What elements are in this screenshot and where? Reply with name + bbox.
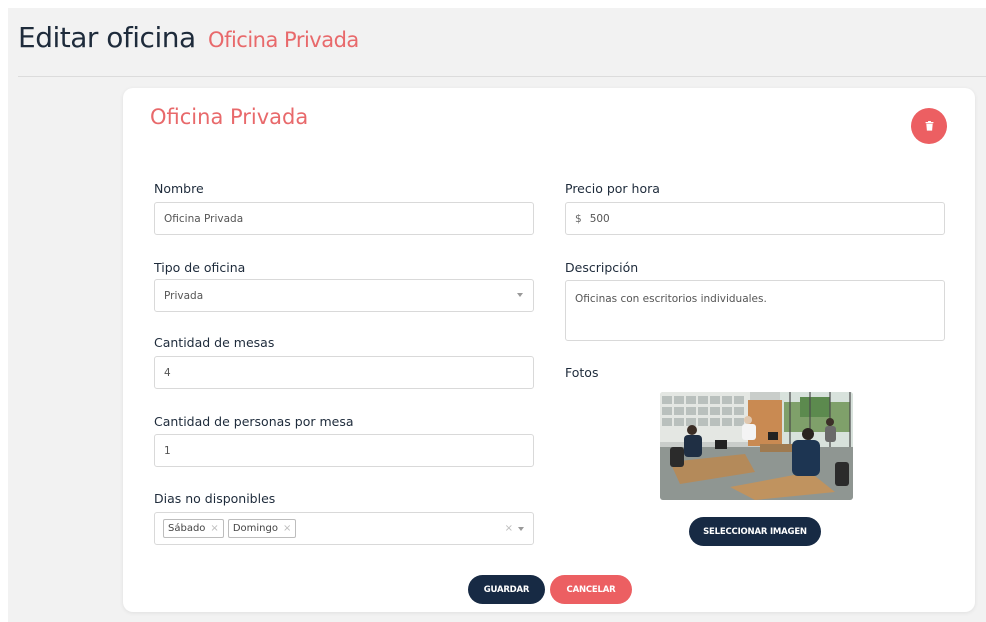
tipo-oficina-select[interactable]: Privada xyxy=(154,279,534,312)
delete-button[interactable] xyxy=(911,108,947,144)
page-header: Editar oficina Oficina Privada xyxy=(18,20,986,77)
tipo-oficina-value: Privada xyxy=(164,289,204,302)
multiselect-controls: × xyxy=(505,523,524,534)
nombre-input[interactable]: Oficina Privada xyxy=(154,202,534,235)
card-title: Oficina Privada xyxy=(150,105,309,129)
tag-sabado: Sábado × xyxy=(163,519,224,538)
nombre-label: Nombre xyxy=(154,181,204,196)
cantidad-mesas-label: Cantidad de mesas xyxy=(154,335,275,350)
cancel-button[interactable]: CANCELAR xyxy=(550,575,632,604)
descripcion-value: Oficinas con escritorios individuales. xyxy=(575,293,767,305)
office-photo xyxy=(660,392,853,500)
tag-sabado-label: Sábado xyxy=(168,523,206,534)
descripcion-label: Descripción xyxy=(565,260,639,275)
tag-domingo-label: Domingo xyxy=(232,523,278,534)
page-title-text: Editar oficina xyxy=(18,21,196,54)
page-title: Editar oficina Oficina Privada xyxy=(18,20,359,58)
dias-no-disponibles-label: Dias no disponibles xyxy=(154,491,276,506)
tag-sabado-remove-icon[interactable]: × xyxy=(210,523,218,534)
page-background: Editar oficina Oficina Privada Oficina P… xyxy=(8,8,986,622)
page-subtitle: Oficina Privada xyxy=(208,28,359,52)
office-photo-image xyxy=(660,392,853,500)
dias-no-disponibles-multiselect[interactable]: Sábado × Domingo × × xyxy=(154,512,534,545)
tag-domingo: Domingo × xyxy=(227,519,297,538)
cantidad-mesas-value: 4 xyxy=(164,366,171,379)
trash-icon xyxy=(925,121,933,131)
cantidad-mesas-input[interactable]: 4 xyxy=(154,356,534,389)
descripcion-textarea[interactable]: Oficinas con escritorios individuales. xyxy=(565,280,945,341)
currency-symbol: $ xyxy=(575,212,582,225)
precio-label: Precio por hora xyxy=(565,181,660,196)
personas-por-mesa-input[interactable]: 1 xyxy=(154,434,534,467)
save-button[interactable]: GUARDAR xyxy=(468,575,545,604)
tipo-oficina-label: Tipo de oficina xyxy=(154,260,246,275)
precio-input[interactable]: $ 500 xyxy=(565,202,945,235)
edit-office-card: Oficina Privada Nombre Oficina Privada T… xyxy=(123,88,975,612)
personas-por-mesa-value: 1 xyxy=(164,444,171,457)
clear-icon[interactable]: × xyxy=(505,523,513,534)
personas-por-mesa-label: Cantidad de personas por mesa xyxy=(154,414,354,429)
fotos-label: Fotos xyxy=(565,365,599,380)
nombre-value: Oficina Privada xyxy=(164,212,244,225)
tag-domingo-remove-icon[interactable]: × xyxy=(283,523,291,534)
chevron-down-icon[interactable] xyxy=(518,526,524,531)
precio-value: 500 xyxy=(589,212,610,225)
select-image-button[interactable]: SELECCIONAR IMAGEN xyxy=(689,517,821,546)
chevron-down-icon xyxy=(517,293,523,297)
